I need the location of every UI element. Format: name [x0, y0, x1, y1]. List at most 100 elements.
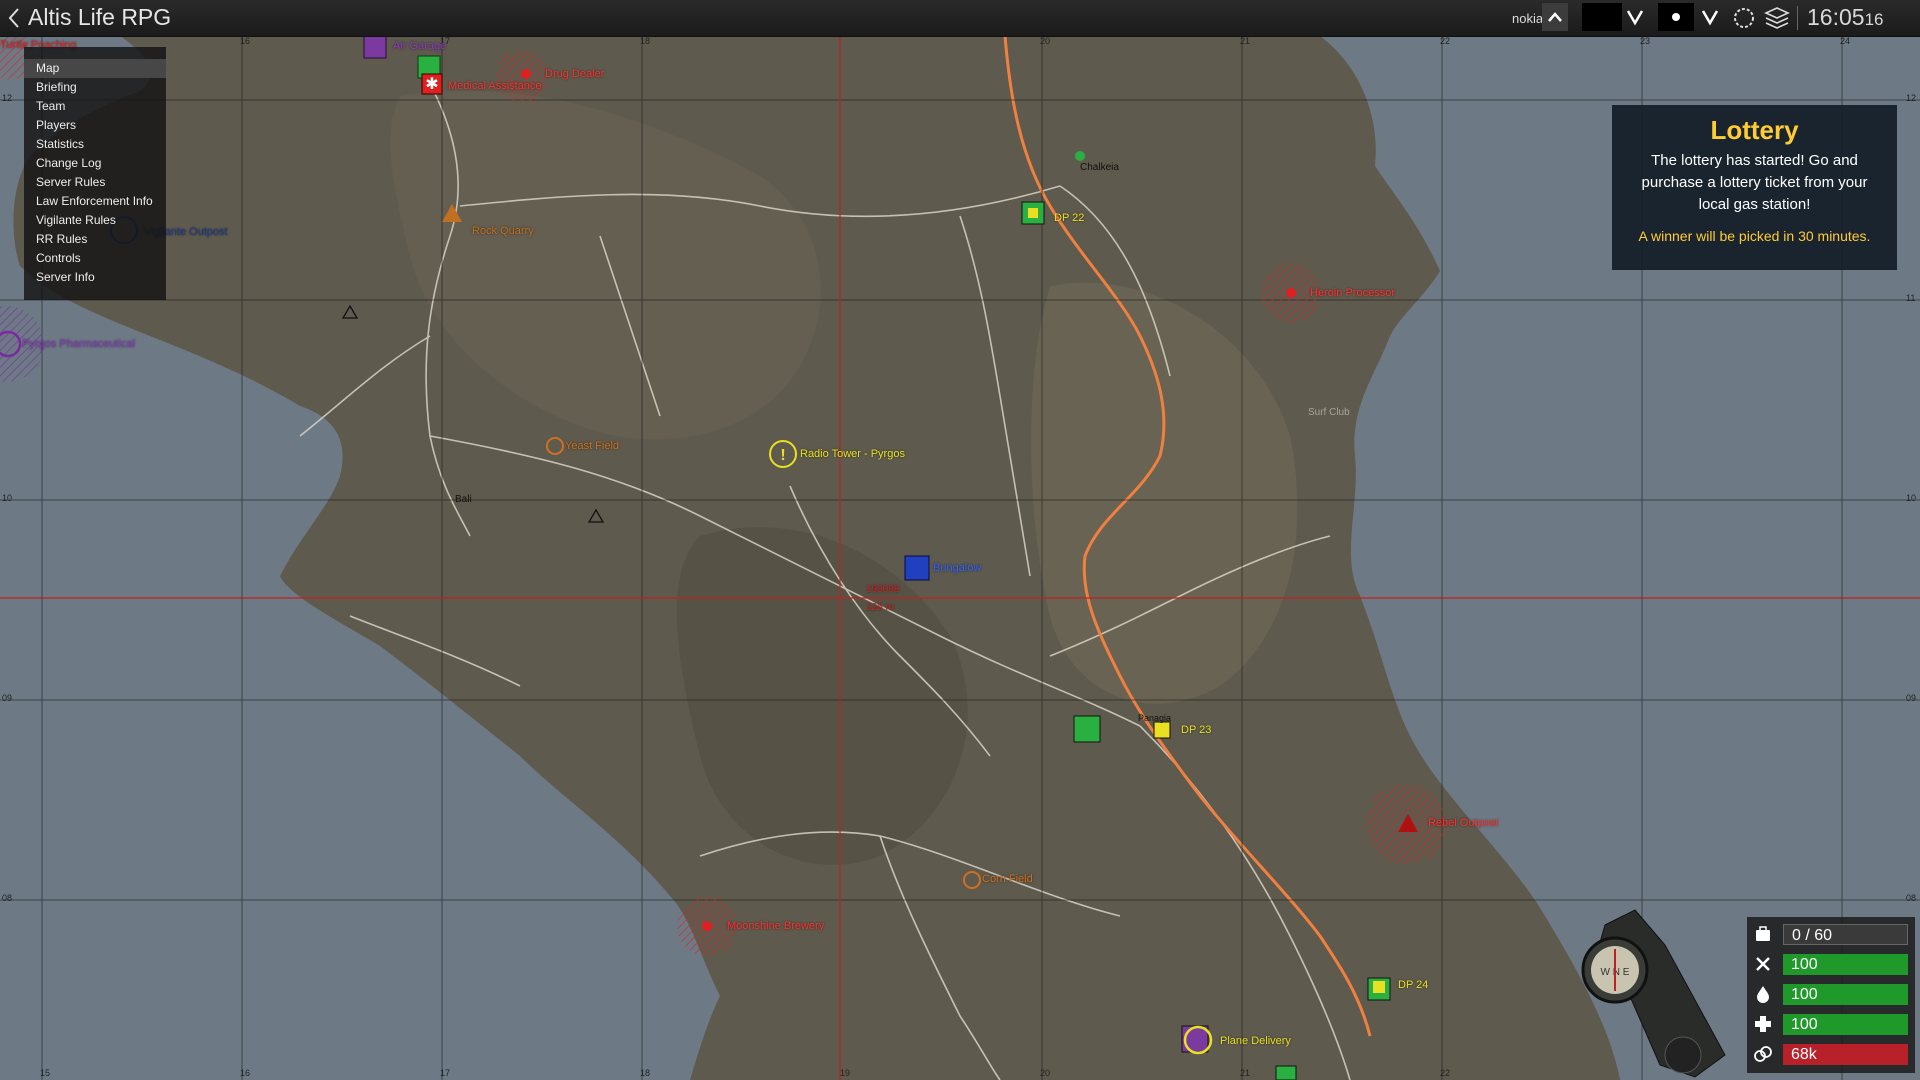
- label-bungalow: Bungalow: [933, 562, 982, 574]
- market-icon[interactable]: [1275, 1065, 1297, 1080]
- food-row: 100: [1747, 951, 1915, 977]
- grid-label-x: 22: [1440, 1068, 1451, 1078]
- food-level: 100: [1783, 954, 1908, 975]
- label-dp22: DP 22: [1054, 212, 1085, 224]
- collapse-button[interactable]: [1542, 3, 1568, 31]
- chevron-down-icon[interactable]: [1626, 8, 1644, 26]
- chevron-up-icon: [1548, 12, 1562, 22]
- health-level: 100: [1783, 1014, 1908, 1035]
- lottery-title: Lottery: [1710, 115, 1799, 145]
- grid-label-y: 11: [1906, 293, 1916, 303]
- drug-dealer-icon[interactable]: [521, 69, 531, 79]
- cutlery-icon: [1756, 957, 1770, 971]
- label-chalkeia: Chalkeia: [1080, 162, 1119, 173]
- clock-seconds: 16: [1864, 10, 1884, 29]
- toolbar-divider: [1797, 6, 1798, 30]
- inventory-weight: 0 / 60: [1783, 924, 1908, 945]
- water-drop-icon: [1757, 986, 1769, 1003]
- status-hud: 0 / 60 100 100 100 68k: [1747, 917, 1915, 1073]
- chevron-down-icon[interactable]: [1701, 8, 1719, 26]
- dp24-inner: [1373, 981, 1385, 993]
- water-row: 100: [1747, 981, 1915, 1007]
- grid-label-x: 15: [40, 1068, 51, 1078]
- inventory-row: 0 / 60: [1747, 921, 1915, 947]
- menu-item-change-log[interactable]: Change Log: [24, 154, 166, 173]
- grid-label-x: 24: [1840, 36, 1851, 46]
- grid-label-y: 09: [2, 693, 13, 703]
- grid-label-x: 18: [640, 36, 651, 46]
- layers-icon[interactable]: [1764, 5, 1790, 31]
- grid-label-y: 12: [1906, 93, 1917, 103]
- medical-cross-glyph: ✱: [425, 74, 438, 93]
- grid-label-x: 20: [1040, 1068, 1051, 1078]
- grid-label-y: 08: [2, 893, 13, 903]
- marker-type-button[interactable]: [1658, 3, 1694, 31]
- label-rebel-outpost: Rebel Outpost: [1428, 817, 1499, 829]
- grid-label-x: 20: [1040, 36, 1051, 46]
- grid-label-x: 21: [1240, 36, 1251, 46]
- menu-item-rr-rules[interactable]: RR Rules: [24, 230, 166, 249]
- app-title: Altis Life RPG: [28, 4, 172, 30]
- label-surf-club: Surf Club: [1308, 407, 1350, 418]
- menu-item-statistics[interactable]: Statistics: [24, 135, 166, 154]
- menu-item-server-info[interactable]: Server Info: [24, 268, 166, 287]
- menu-item-server-rules[interactable]: Server Rules: [24, 173, 166, 192]
- grid-label-y: 08: [1906, 893, 1917, 903]
- label-dp24: DP 24: [1398, 979, 1429, 991]
- label-yeast-field: Yeast Field: [565, 440, 620, 452]
- market-icon[interactable]: [1073, 715, 1101, 743]
- gps-icon[interactable]: [1731, 5, 1757, 31]
- menu-item-vigilante-rules[interactable]: Vigilante Rules: [24, 211, 166, 230]
- dp23-icon[interactable]: [1153, 721, 1171, 739]
- backpack-icon: [1756, 926, 1770, 941]
- menu-item-players[interactable]: Players: [24, 116, 166, 135]
- label-bali: Bali: [455, 494, 472, 505]
- heroin-processor-icon[interactable]: [1286, 288, 1296, 298]
- menu-item-map[interactable]: Map: [24, 59, 166, 78]
- cursor-coordinates: 190098: [866, 584, 900, 595]
- grid-label-y: 09: [1906, 693, 1917, 703]
- label-radio-tower: Radio Tower - Pyrgos: [800, 448, 905, 460]
- menu-item-law-enforcement-info[interactable]: Law Enforcement Info: [24, 192, 166, 211]
- grid-label-x: 23: [1640, 36, 1651, 46]
- lottery-notification: Lottery The lottery has started! Go and …: [1612, 105, 1897, 270]
- label-heroin-processor: Heroin Processor: [1310, 287, 1395, 299]
- grid-label-y: 12: [2, 93, 13, 103]
- briefing-menu: Map Briefing Team Players Statistics Cha…: [24, 47, 166, 300]
- player-name: nokia: [1512, 11, 1544, 26]
- label-panagia: Panagia: [1138, 713, 1172, 723]
- clock-time: 16:05: [1807, 4, 1865, 30]
- grid-label-x: 17: [440, 1068, 451, 1078]
- health-row: 100: [1747, 1011, 1915, 1037]
- radio-tower-glyph: !: [780, 447, 785, 464]
- money-amount: 68k: [1783, 1044, 1908, 1065]
- money-row: 68k: [1747, 1041, 1915, 1067]
- menu-item-controls[interactable]: Controls: [24, 249, 166, 268]
- label-plane-delivery: Plane Delivery: [1220, 1035, 1291, 1047]
- back-arrow-icon[interactable]: [4, 4, 24, 32]
- top-bar: Altis Life RPG nokia 16:0516: [0, 0, 1920, 37]
- grid-label-x: 22: [1440, 36, 1451, 46]
- cursor-distance: 126 m: [866, 602, 894, 613]
- moonshine-brewery-icon[interactable]: [702, 921, 712, 931]
- label-air-garage: Air Garage: [393, 40, 447, 52]
- dot-icon: [1672, 13, 1680, 21]
- grid-label-x: 21: [1240, 1068, 1251, 1078]
- menu-item-briefing[interactable]: Briefing: [24, 78, 166, 97]
- bungalow-icon[interactable]: [904, 555, 930, 581]
- grid-label-x: 19: [840, 1068, 851, 1078]
- label-drug-dealer: Drug Dealer: [545, 68, 605, 80]
- water-level: 100: [1783, 984, 1908, 1005]
- grid-label-x: 18: [640, 1068, 651, 1078]
- grid-label-x: 16: [240, 1068, 251, 1078]
- label-medical-assistance: Medical Assistance: [448, 80, 542, 92]
- menu-item-team[interactable]: Team: [24, 97, 166, 116]
- marker-color-swatch[interactable]: [1582, 3, 1622, 31]
- lottery-winner-note: A winner will be picked in 30 minutes.: [1638, 228, 1871, 244]
- label-rock-quarry: Rock Quarry: [472, 225, 534, 237]
- label-moonshine-brewery: Moonshine Brewery: [727, 920, 825, 932]
- air-garage-icon[interactable]: [363, 36, 387, 59]
- grid-label-x: 16: [240, 36, 251, 46]
- compass-icon: W N E: [1581, 909, 1726, 1078]
- label-corn-field: Corn Field: [982, 873, 1033, 885]
